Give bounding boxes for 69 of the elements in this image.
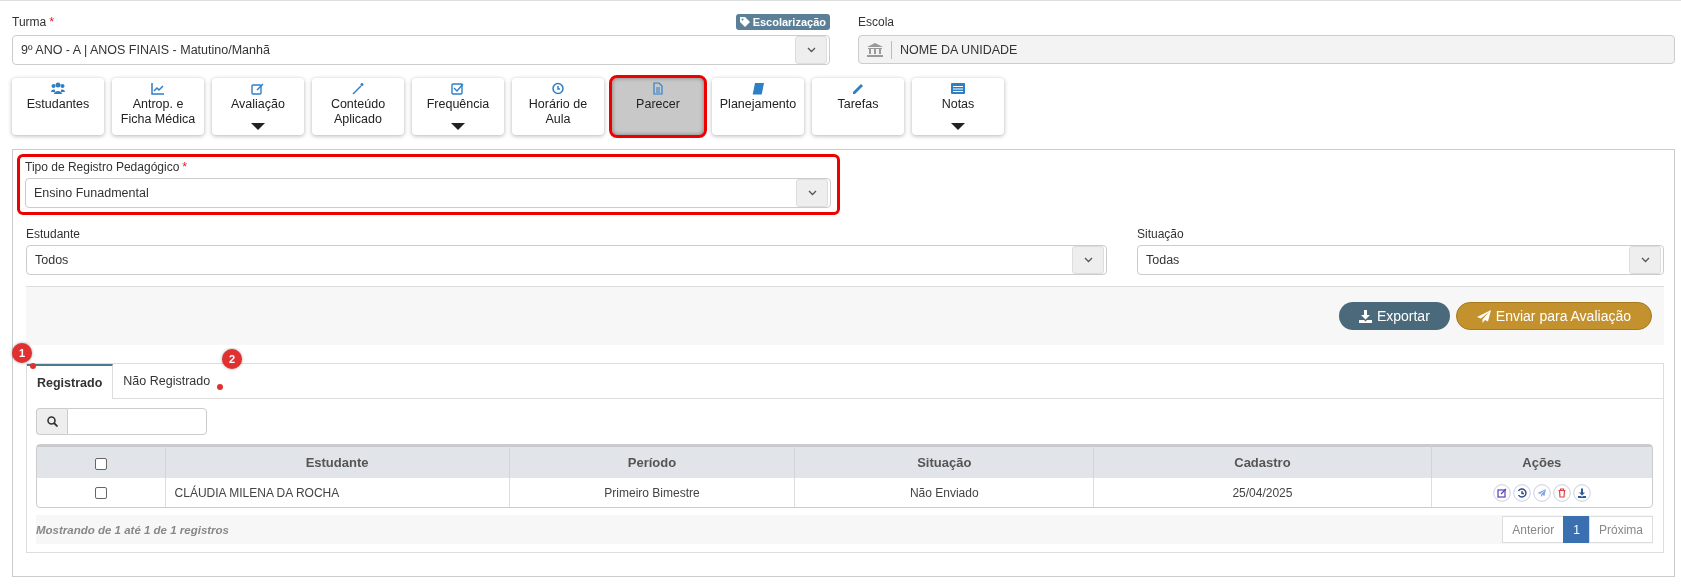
search-icon — [46, 416, 58, 427]
wand-icon — [351, 82, 365, 95]
nav-button[interactable]: Parecer — [612, 78, 704, 135]
table-cell: Primeiro Bimestre — [508, 478, 795, 507]
pencil-icon — [851, 82, 865, 95]
marker-dot — [217, 384, 224, 390]
institution-icon — [867, 42, 883, 57]
chevron-down-icon — [1083, 257, 1093, 263]
tab[interactable]: Registrado — [27, 364, 114, 399]
chevron-down-icon — [806, 47, 816, 53]
marker-dot — [30, 363, 36, 369]
category-badge: Escolarização — [735, 13, 830, 30]
chart-icon — [151, 82, 165, 95]
paper-plane-icon — [1476, 309, 1491, 323]
field-label: Turma — [12, 14, 47, 29]
table-cell: 25/04/2025 — [1093, 478, 1431, 507]
nav-button[interactable]: Planejamento — [712, 78, 804, 135]
class-select[interactable]: 9º ANO - A | ANOS FINAIS - Matutino/Manhã — [12, 35, 830, 65]
next-page-button[interactable]: Próxima — [1589, 516, 1653, 543]
edit-icon — [251, 82, 265, 95]
clock-icon — [551, 82, 565, 95]
column-header: Ações — [1430, 445, 1652, 478]
page-button[interactable]: 1 — [1563, 516, 1590, 543]
export-button[interactable]: Exportar — [1338, 302, 1450, 330]
search-field[interactable] — [67, 408, 207, 435]
edit-icon[interactable] — [1492, 483, 1511, 502]
nav-button[interactable]: Estudantes — [12, 78, 104, 135]
history-icon[interactable] — [1512, 483, 1531, 502]
column-header: Cadastro — [1093, 445, 1431, 478]
checkbox[interactable] — [94, 457, 107, 470]
nav-button[interactable]: Tarefas — [812, 78, 904, 135]
table-cell: CLÁUDIA MILENA DA ROCHA — [164, 478, 509, 507]
column-header: Situação — [794, 445, 1094, 478]
required-mark: * — [182, 160, 188, 174]
tab[interactable]: Não Registrado — [113, 364, 221, 398]
field-label: Escola — [858, 14, 895, 29]
chevron-down-icon — [807, 190, 817, 196]
step-marker: 2 — [222, 349, 243, 369]
chevron-down-icon — [1640, 257, 1650, 263]
previous-page-button[interactable]: Anterior — [1502, 516, 1565, 543]
download-icon — [1358, 309, 1372, 323]
nav-button[interactable]: Notas — [912, 78, 1004, 135]
download-icon[interactable] — [1572, 483, 1591, 502]
nav-button[interactable]: Avaliação — [212, 78, 304, 135]
student-select[interactable]: Todos — [26, 245, 1107, 275]
tag-icon — [739, 16, 750, 27]
nav-button[interactable]: Conteúdo Aplicado — [312, 78, 404, 135]
records-info: Mostrando de 1 até 1 de 1 registros — [36, 523, 229, 536]
nav-button[interactable]: Frequência — [412, 78, 504, 135]
doc-icon — [651, 82, 665, 95]
step-marker: 1 — [12, 343, 32, 363]
nav-button[interactable]: Antrop. e Ficha Médica — [112, 78, 204, 135]
nav-button[interactable]: Horário de Aula — [512, 78, 604, 135]
users-icon — [51, 82, 65, 95]
field-label: Situação — [1137, 227, 1184, 241]
book-icon — [751, 82, 765, 95]
check-icon — [451, 82, 465, 95]
table-cell: Não Enviado — [794, 478, 1094, 507]
list-icon — [951, 82, 965, 95]
field-label: Estudante — [26, 227, 81, 241]
checkbox[interactable] — [94, 487, 107, 500]
trash-icon[interactable] — [1552, 483, 1571, 502]
required-mark: * — [49, 14, 55, 29]
status-select[interactable]: Todas — [1137, 245, 1664, 275]
column-header: Estudante — [164, 445, 509, 478]
school-field: NOME DA UNIDADE — [858, 35, 1675, 64]
field-label: Tipo de Registro Pedagógico — [25, 160, 180, 174]
column-header: Período — [508, 445, 795, 478]
record-type-select[interactable]: Ensino Funadmental — [25, 178, 831, 208]
